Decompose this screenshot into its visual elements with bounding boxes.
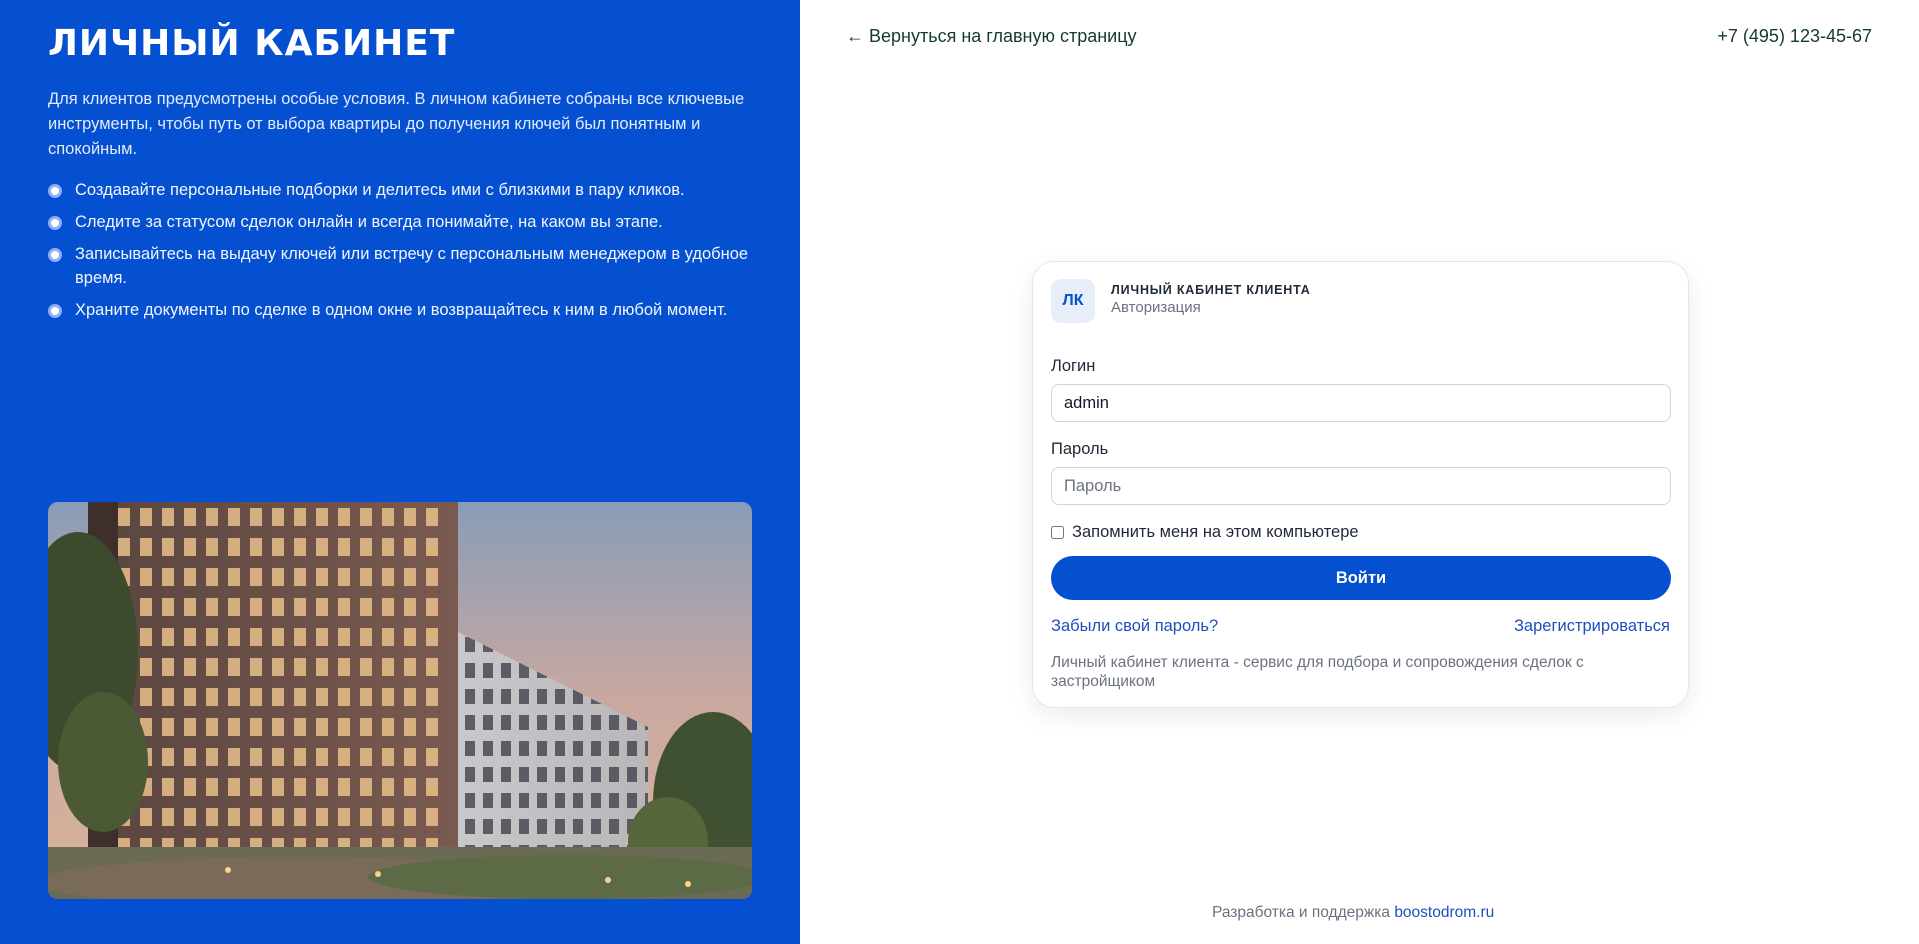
service-description: Личный кабинет клиента - сервис для подб…	[1051, 654, 1584, 690]
promo-title: ЛИЧНЫЙ КАБИНЕТ	[48, 23, 456, 64]
password-input[interactable]	[1051, 467, 1671, 505]
bullet-icon	[48, 304, 62, 318]
feature-list: Создавайте персональные подборки и делит…	[48, 178, 768, 330]
footer-text: Разработка и поддержка	[1212, 904, 1395, 921]
feature-text: Создавайте персональные подборки и делит…	[75, 181, 685, 199]
feature-item: Записывайтесь на выдачу ключей или встре…	[48, 242, 768, 290]
password-label: Пароль	[1051, 440, 1109, 458]
feature-text: Следите за статусом сделок онлайн и всег…	[75, 213, 663, 231]
feature-text: Записывайтесь на выдачу ключей или встре…	[75, 245, 749, 287]
card-subtitle: Авторизация	[1111, 299, 1201, 316]
login-button[interactable]: Войти	[1051, 556, 1671, 600]
feature-item: Храните документы по сделке в одном окне…	[48, 298, 768, 322]
login-label: Логин	[1051, 357, 1096, 375]
developer-link[interactable]: boostodrom.ru	[1394, 904, 1494, 921]
phone-number[interactable]: +7 (495) 123-45-67	[1717, 24, 1872, 48]
bullet-icon	[48, 184, 62, 198]
login-card: ЛК ЛИЧНЫЙ КАБИНЕТ КЛИЕНТА Авторизация Ло…	[1032, 261, 1689, 708]
feature-text: Храните документы по сделке в одном окне…	[75, 301, 728, 319]
remember-me[interactable]: Запомнить меня на этом компьютере	[1051, 523, 1359, 542]
building-photo	[48, 502, 752, 899]
remember-label: Запомнить меня на этом компьютере	[1072, 523, 1359, 541]
feature-item: Следите за статусом сделок онлайн и всег…	[48, 210, 768, 234]
register-link[interactable]: Зарегистрироваться	[1514, 617, 1670, 636]
forgot-password-link[interactable]: Забыли свой пароль?	[1051, 617, 1218, 636]
promo-intro: Для клиентов предусмотрены особые услови…	[48, 90, 745, 158]
bullet-icon	[48, 216, 62, 230]
card-title: ЛИЧНЫЙ КАБИНЕТ КЛИЕНТА	[1111, 283, 1311, 297]
login-input[interactable]	[1051, 384, 1671, 422]
lk-logo: ЛК	[1051, 279, 1095, 323]
remember-checkbox[interactable]	[1051, 526, 1064, 539]
back-to-home-link[interactable]: ← Вернуться на главную страницу	[846, 24, 1137, 48]
footer: Разработка и поддержка boostodrom.ru	[1212, 904, 1494, 922]
promo-panel: ЛИЧНЫЙ КАБИНЕТ Для клиентов предусмотрен…	[0, 0, 800, 944]
bullet-icon	[48, 248, 62, 262]
feature-item: Создавайте персональные подборки и делит…	[48, 178, 768, 202]
